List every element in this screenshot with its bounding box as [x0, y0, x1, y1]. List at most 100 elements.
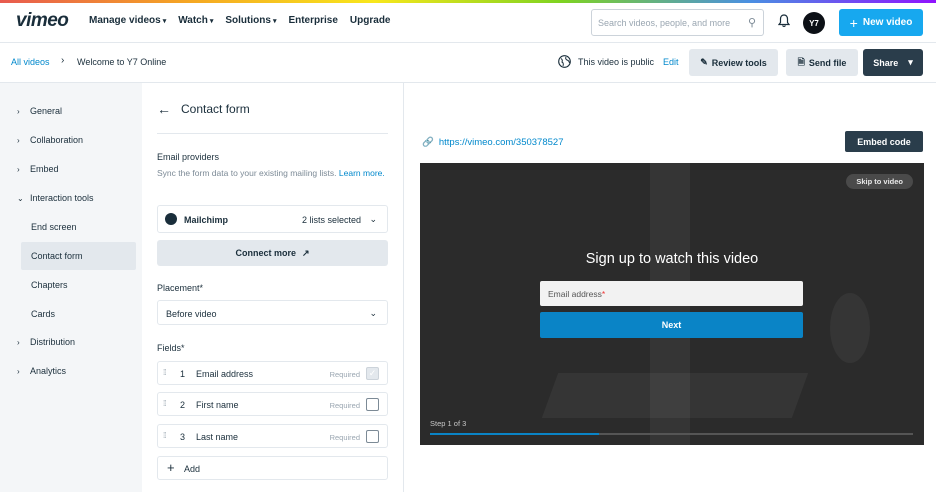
search-placeholder: Search videos, people, and more — [598, 18, 731, 28]
sidebar-item-contact-form[interactable]: Contact form — [21, 242, 136, 270]
placement-label: Placement* — [157, 283, 204, 293]
back-arrow-icon[interactable]: ← — [157, 101, 171, 117]
video-url-link[interactable]: 🔗 https://vimeo.com/350378527 — [422, 137, 563, 148]
vimeo-logo[interactable]: vimeo — [16, 10, 69, 32]
breadcrumb-all-videos[interactable]: All videos — [11, 57, 50, 67]
next-button[interactable]: Next — [540, 312, 803, 338]
review-tools-button[interactable]: ✎ Review tools — [689, 49, 778, 76]
main-nav-links: Manage videos ▾ Watch ▾ Solutions ▾ Enterpr… — [89, 15, 390, 26]
plus-icon: + — [167, 460, 175, 475]
progress-fill — [430, 433, 600, 435]
chevron-down-icon: ▾ — [272, 17, 277, 25]
nav-enterprise[interactable]: Enterprise — [288, 15, 337, 26]
required-label: Required — [329, 401, 360, 410]
connect-more-button[interactable]: Connect more ↗ — [157, 240, 388, 266]
plus-icon: + — [849, 14, 858, 31]
field-number: 2 — [180, 400, 186, 410]
link-icon: 🔗 — [422, 137, 434, 148]
chevron-down-icon: ⌄ — [369, 308, 377, 318]
contact-form-panel: ← Contact form Email providers Sync the f… — [142, 83, 404, 492]
field-row-email: ⁞⁞ 1 Email address Required ✓ — [157, 361, 388, 385]
search-icon: ⚲ — [747, 17, 756, 29]
field-row-last-name: ⁞⁞ 3 Last name Required — [157, 424, 388, 448]
settings-sidebar: › General › Collaboration › Embed ⌄ Interact… — [0, 83, 142, 492]
nav-upgrade[interactable]: Upgrade — [350, 15, 391, 26]
drag-handle-icon[interactable]: ⁞⁞ — [163, 399, 167, 408]
sidebar-item-collaboration[interactable]: › Collaboration — [0, 126, 142, 154]
email-providers-heading: Email providers — [157, 152, 220, 162]
field-name: Email address — [196, 369, 254, 379]
review-icon: ✎ — [700, 57, 708, 67]
chevron-right-icon: › — [17, 164, 20, 174]
provider-lists-count: 2 lists selected — [301, 215, 361, 225]
notifications-bell-icon[interactable] — [778, 14, 790, 28]
top-navigation: vimeo Manage videos ▾ Watch ▾ Solutions ▾ E… — [0, 3, 936, 43]
panel-title: ← Contact form — [157, 101, 250, 117]
file-icon: 🗎 — [797, 56, 805, 67]
video-player-preview: Skip to video Sign up to watch this vide… — [420, 163, 924, 445]
new-video-button[interactable]: + New video — [839, 9, 923, 36]
external-link-icon: ↗ — [301, 247, 310, 258]
required-checkbox-checked[interactable]: ✓ — [366, 367, 379, 380]
edit-visibility-link[interactable]: Edit — [663, 57, 679, 67]
video-toolbar: All videos › Welcome to Y7 Online This v… — [0, 43, 936, 83]
chevron-down-icon: ⌄ — [17, 193, 24, 203]
add-field-button[interactable]: + Add — [157, 456, 388, 480]
field-name: First name — [196, 400, 239, 410]
share-button[interactable]: Share ▾ — [863, 49, 923, 76]
provider-name: Mailchimp — [184, 215, 229, 225]
embed-code-button[interactable]: Embed code — [845, 131, 923, 152]
required-checkbox[interactable] — [366, 430, 379, 443]
progress-track — [430, 433, 913, 435]
learn-more-link[interactable]: Learn more. — [339, 168, 385, 178]
search-input[interactable]: Search videos, people, and more ⚲ — [591, 9, 764, 36]
sidebar-item-interaction-tools[interactable]: ⌄ Interaction tools — [0, 184, 142, 212]
nav-solutions[interactable]: Solutions ▾ — [225, 15, 276, 26]
required-checkbox[interactable] — [366, 398, 379, 411]
drag-handle-icon[interactable]: ⁞⁞ — [163, 368, 167, 377]
globe-icon — [558, 55, 571, 68]
signup-headline: Sign up to watch this video — [585, 251, 759, 267]
nav-watch[interactable]: Watch ▾ — [178, 15, 213, 26]
placement-select[interactable]: Before video ⌄ — [157, 300, 388, 325]
avatar[interactable]: Y7 — [803, 12, 825, 34]
field-number: 3 — [180, 432, 186, 442]
step-indicator: Step 1 of 3 — [430, 419, 467, 428]
drag-handle-icon[interactable]: ⁞⁞ — [163, 431, 167, 440]
chevron-down-icon: ▾ — [908, 57, 913, 67]
skip-to-video-button[interactable]: Skip to video — [846, 174, 913, 189]
email-providers-description: Sync the form data to your existing mail… — [157, 168, 385, 178]
sidebar-item-end-screen[interactable]: End screen — [0, 213, 142, 241]
chevron-right-icon: › — [17, 106, 20, 116]
breadcrumb-current-video: Welcome to Y7 Online — [77, 57, 167, 67]
mailchimp-logo-icon — [165, 213, 177, 225]
required-asterisk: * — [601, 289, 606, 299]
chevron-right-icon: › — [17, 337, 20, 347]
mailchimp-provider-dropdown[interactable]: Mailchimp 2 lists selected ⌄ — [157, 205, 388, 233]
sidebar-item-cards[interactable]: Cards — [0, 300, 142, 328]
chevron-right-icon: › — [61, 55, 65, 66]
field-name: Last name — [196, 432, 239, 442]
chevron-down-icon: ▾ — [162, 17, 167, 25]
field-row-first-name: ⁞⁞ 2 First name Required — [157, 392, 388, 416]
required-label: Required — [329, 433, 360, 442]
chevron-down-icon: ▾ — [209, 17, 214, 25]
chevron-right-icon: › — [17, 135, 20, 145]
video-background-shape — [830, 293, 870, 363]
sidebar-item-embed[interactable]: › Embed — [0, 155, 142, 183]
divider — [157, 133, 388, 134]
nav-manage-videos[interactable]: Manage videos ▾ — [89, 15, 166, 26]
send-file-button[interactable]: 🗎 Send file — [786, 49, 858, 76]
required-label: Required — [329, 370, 360, 379]
field-number: 1 — [180, 369, 186, 379]
chevron-right-icon: › — [17, 366, 20, 376]
video-background-mat — [541, 373, 809, 418]
email-address-input[interactable]: Email address* — [540, 281, 803, 306]
sidebar-item-general[interactable]: › General — [0, 97, 142, 125]
placement-value: Before video — [166, 309, 217, 319]
sidebar-item-chapters[interactable]: Chapters — [0, 271, 142, 299]
sidebar-item-distribution[interactable]: › Distribution — [0, 328, 142, 356]
sidebar-item-analytics[interactable]: › Analytics — [0, 357, 142, 385]
visibility-status: This video is public — [578, 57, 655, 67]
fields-label: Fields* — [157, 343, 185, 353]
